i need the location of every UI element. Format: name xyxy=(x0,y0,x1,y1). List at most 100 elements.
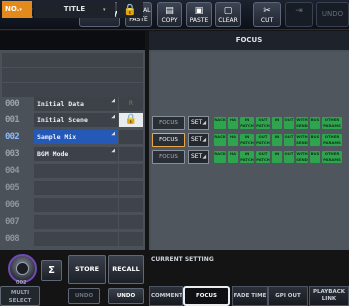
scene-row-003[interactable]: 003 BGM Mode ◢ xyxy=(2,147,143,161)
focus-button[interactable]: FOCUS xyxy=(152,116,185,130)
focus-out-toggle[interactable]: OUT xyxy=(284,151,294,163)
focus-button[interactable]: FOCUS xyxy=(152,133,185,147)
paste-icon: ▣ xyxy=(194,6,204,16)
insert-button[interactable]: ⇥ xyxy=(285,2,313,27)
cut-button[interactable]: ✂ CUT xyxy=(253,2,281,27)
focus-in-patch-toggle[interactable]: INPATCH xyxy=(240,134,254,146)
list-header xyxy=(0,31,145,50)
protect-toggle[interactable] xyxy=(119,130,143,144)
protect-toggle[interactable] xyxy=(119,232,143,246)
tab-gpi-out[interactable]: GPI OUT xyxy=(268,286,308,306)
toggle-label: OUT xyxy=(258,134,268,139)
protect-toggle[interactable] xyxy=(119,198,143,212)
focus-other-params-toggle[interactable]: OTHERPARAMS xyxy=(322,117,342,129)
focus-out-patch-toggle[interactable]: OUTPATCH xyxy=(256,151,270,163)
focus-with-send-toggle[interactable]: WITHSEND xyxy=(296,134,308,146)
toggle-label: HA xyxy=(229,117,237,122)
toggle-label: WITH xyxy=(296,117,308,122)
set-button[interactable]: SET◢ xyxy=(188,116,209,130)
focus-rack-toggle[interactable]: RACK xyxy=(214,151,226,163)
focus-ha-toggle[interactable]: HA xyxy=(228,151,238,163)
scene-row-001[interactable]: 001 Initial Scene ◢ 🔒 xyxy=(2,113,143,127)
undo-button[interactable]: UNDO xyxy=(68,288,100,304)
paste-button[interactable]: ▣ PASTE xyxy=(186,2,212,27)
toggle-label: OTHER xyxy=(324,117,340,122)
scene-row-002[interactable]: 002 Sample Mix ◢ xyxy=(2,130,143,144)
focus-other-params-toggle[interactable]: OTHERPARAMS xyxy=(322,151,342,163)
scene-row-007[interactable]: 007 xyxy=(2,215,143,229)
tab-fade-time[interactable]: FADE TIME xyxy=(232,286,268,306)
toggle-label: WITH xyxy=(296,134,308,139)
focus-bus-toggle[interactable]: BUS xyxy=(310,134,320,146)
focus-rack-toggle[interactable]: RACK xyxy=(214,117,226,129)
focus-out-patch-toggle[interactable]: OUTPATCH xyxy=(256,134,270,146)
toggle-sublabel: PATCH xyxy=(256,156,270,162)
focus-bus-toggle[interactable]: BUS xyxy=(310,117,320,129)
focus-rack-toggle[interactable]: RACK xyxy=(214,134,226,146)
focus-button[interactable]: FOCUS xyxy=(152,150,185,164)
select-label: SELECT xyxy=(8,298,32,304)
set-button[interactable]: SET◢ xyxy=(188,133,209,147)
focus-in-patch-toggle[interactable]: INPATCH xyxy=(240,117,254,129)
scene-row-006[interactable]: 006 xyxy=(2,198,143,212)
scene-row-005[interactable]: 005 xyxy=(2,181,143,195)
scene-title-text: BGM Mode xyxy=(37,150,69,158)
scene-number: 008 xyxy=(5,234,20,244)
sigma-button[interactable]: Σ xyxy=(41,260,62,281)
recall-button[interactable]: RECALL xyxy=(108,255,144,284)
protect-toggle[interactable] xyxy=(119,215,143,229)
scene-row-000[interactable]: 000 Initial Data ◢ R xyxy=(2,97,143,111)
set-button[interactable]: SET◢ xyxy=(188,150,209,164)
toggle-label: IN xyxy=(244,134,250,139)
focus-other-params-toggle[interactable]: OTHERPARAMS xyxy=(322,134,342,146)
toggle-label: OUT xyxy=(284,151,294,156)
focus-in-toggle[interactable]: IN xyxy=(272,117,282,129)
toggle-sublabel: PATCH xyxy=(240,156,254,162)
scene-number: 004 xyxy=(5,166,20,176)
toggle-label: IN xyxy=(274,117,280,122)
protect-toggle[interactable] xyxy=(119,147,143,161)
scene-title xyxy=(34,164,118,178)
toggle-label: HA xyxy=(229,134,237,139)
focus-in-patch-toggle[interactable]: INPATCH xyxy=(240,151,254,163)
toggle-sublabel: PARAMS xyxy=(323,139,341,145)
scene-title: Initial Scene ◢ xyxy=(34,113,118,127)
focus-out-patch-toggle[interactable]: OUTPATCH xyxy=(256,117,270,129)
focus-row-003: FOCUS SET◢ RACK HA IN PATCH OUT PATCH IN OUT WITH S… xyxy=(152,150,349,164)
store-button[interactable]: STORE xyxy=(68,255,106,284)
multi-select-button[interactable]: MULTI SELECT xyxy=(0,286,40,306)
copy-icon: ▤ xyxy=(165,6,174,16)
read-only-badge: R xyxy=(119,97,143,111)
tab-comment[interactable]: COMMENT xyxy=(149,286,183,306)
copy-button[interactable]: ▤ COPY xyxy=(157,2,182,27)
scene-row-008[interactable]: 008 xyxy=(2,232,143,246)
focus-bus-toggle[interactable]: BUS xyxy=(310,151,320,163)
focus-ha-toggle[interactable]: HA xyxy=(228,117,238,129)
toggle-label: BUS xyxy=(310,151,320,156)
tab-focus[interactable]: FOCUS xyxy=(183,286,230,306)
focus-with-send-toggle[interactable]: WITHSEND xyxy=(296,151,308,163)
cut-label: CUT xyxy=(260,17,274,24)
toggle-label: IN xyxy=(244,117,250,122)
undo-top-button[interactable]: UNDO xyxy=(316,2,349,27)
focus-ha-toggle[interactable]: HA xyxy=(228,134,238,146)
clear-label: CLEAR xyxy=(218,17,238,24)
protect-column-header[interactable]: 🔒 xyxy=(117,1,143,18)
playback-label: PLAYBACK xyxy=(313,289,345,295)
no-column-header[interactable]: NO.▾ xyxy=(2,1,32,18)
scene-number: 007 xyxy=(5,217,20,227)
multi-label: MULTI xyxy=(10,290,30,296)
scene-row-004[interactable]: 004 xyxy=(2,164,143,178)
focus-out-toggle[interactable]: OUT xyxy=(284,134,294,146)
focus-with-send-toggle[interactable]: WITHSEND xyxy=(296,117,308,129)
redo-button[interactable]: UNDO xyxy=(108,288,144,304)
protect-toggle[interactable] xyxy=(119,164,143,178)
tab-playback-link[interactable]: PLAYBACK LINK xyxy=(309,286,349,306)
toggle-sublabel: SEND xyxy=(296,139,308,145)
focus-in-toggle[interactable]: IN xyxy=(272,134,282,146)
focus-in-toggle[interactable]: IN xyxy=(272,151,282,163)
protect-lock-icon[interactable]: 🔒 xyxy=(119,113,143,127)
protect-toggle[interactable] xyxy=(119,181,143,195)
focus-out-toggle[interactable]: OUT xyxy=(284,117,294,129)
clear-button[interactable]: ▢ CLEAR xyxy=(215,2,241,27)
